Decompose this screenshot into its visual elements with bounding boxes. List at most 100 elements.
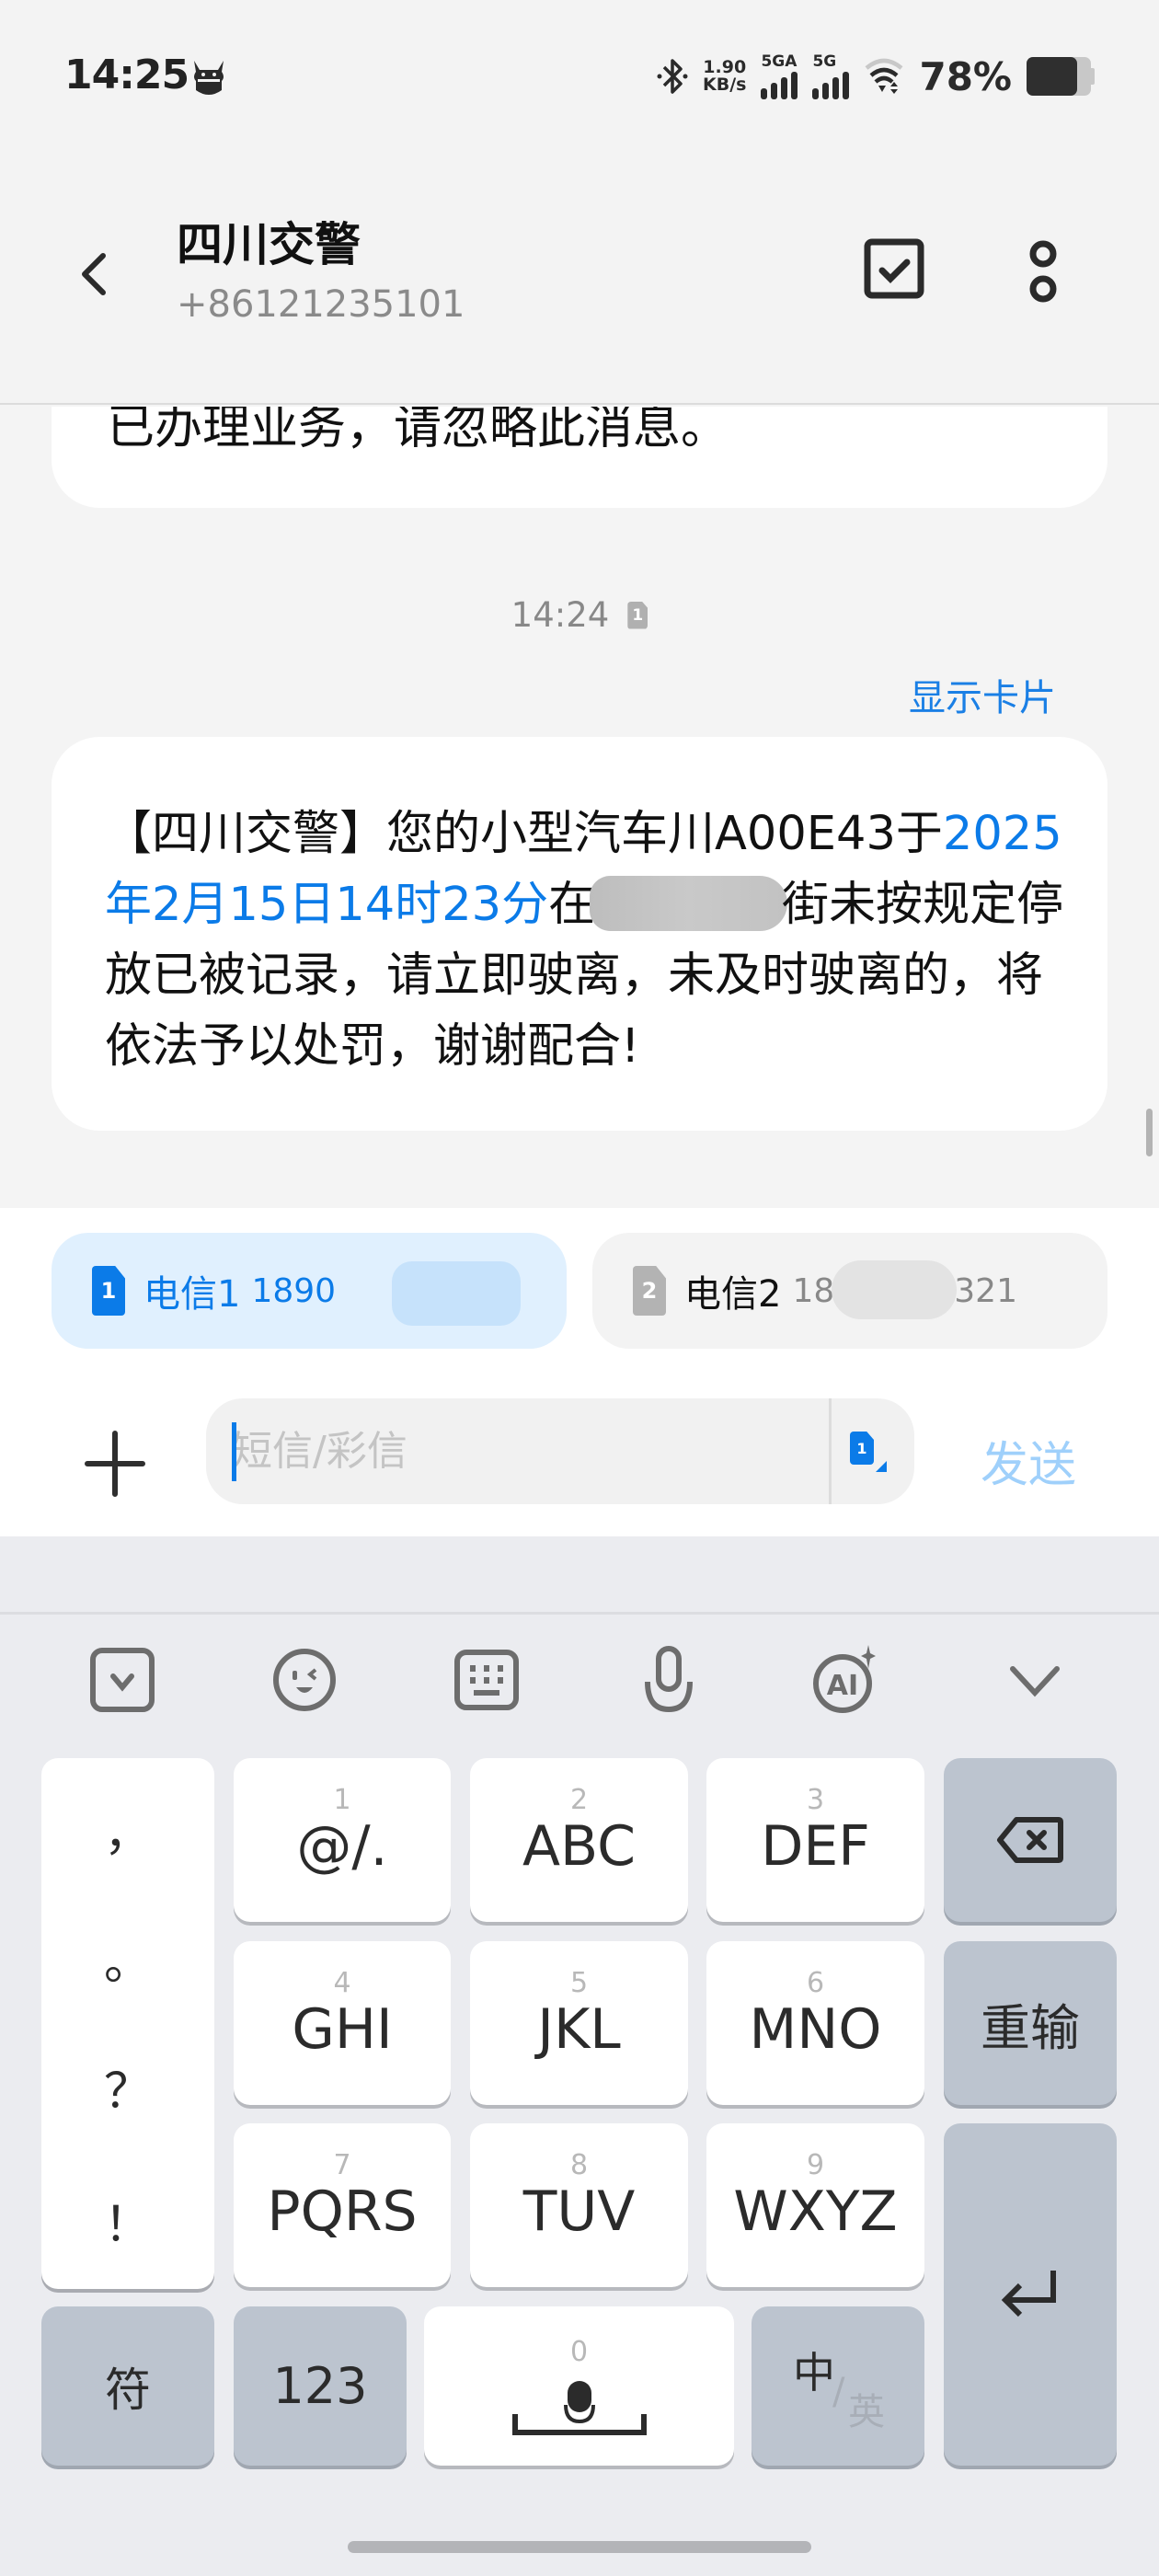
sim1-network-type: 5GA (761, 52, 798, 71)
punctuation-column[interactable]: ， 。 ？ ！ (41, 1758, 214, 2289)
key-6[interactable]: 6 MNO (706, 1941, 924, 2105)
conversation-list[interactable]: 已办理业务，请忽略此消息。 14:24 1 显示卡片 【四川交警】您的小型汽车川… (0, 407, 1159, 1208)
input-sim-switch-button[interactable]: 1 (841, 1422, 905, 1481)
enter-key[interactable] (944, 2123, 1117, 2466)
key-number: 9 (806, 2149, 825, 2181)
checkbox-icon (864, 238, 924, 299)
ai-icon[interactable]: AI (809, 1645, 879, 1715)
sim-label: 电信1 (143, 1273, 241, 1316)
add-attachment-button[interactable] (85, 1428, 145, 1500)
language-switch-key[interactable]: 中 / 英 (752, 2306, 924, 2466)
key-letters: WXYZ (733, 2179, 898, 2244)
key-7[interactable]: 7 PQRS (234, 2123, 451, 2287)
reset-key[interactable]: 重输 (944, 1941, 1117, 2105)
microphone-icon[interactable] (634, 1645, 704, 1715)
key-number: 4 (333, 1967, 351, 1999)
sim1-signal: 5GA (761, 52, 798, 99)
divider (0, 1612, 1159, 1615)
dropdown-corner-icon (876, 1461, 887, 1472)
message-text-part: 在 (548, 878, 596, 932)
contact-number: +86121235101 (177, 283, 465, 326)
network-speed: 1.90 KB/s (703, 59, 746, 94)
key-number: 5 (569, 1967, 589, 1999)
key-number: 1 (333, 1784, 351, 1816)
sim-select-2[interactable]: 2 电信2 18 321 (592, 1233, 1107, 1349)
key-5[interactable]: 5 JKL (470, 1941, 688, 2105)
ai-label: AI (827, 1670, 858, 1702)
key-4[interactable]: 4 GHI (234, 1941, 451, 2105)
text-caret (232, 1422, 236, 1481)
sim-card-icon: 2 (633, 1266, 666, 1316)
more-vertical-icon (1029, 240, 1057, 303)
back-button[interactable] (72, 239, 123, 309)
punctuation-key[interactable]: ？ (41, 2053, 214, 2122)
scrollbar-thumb[interactable] (1146, 1109, 1153, 1156)
select-messages-button[interactable] (857, 232, 933, 307)
key-letters: MNO (749, 1997, 882, 2062)
sim-card-icon: 1 (850, 1432, 874, 1465)
message-bubble[interactable]: 已办理业务，请忽略此消息。 (52, 407, 1107, 508)
show-card-link[interactable]: 显示卡片 (909, 668, 1056, 721)
more-options-button[interactable] (1006, 232, 1080, 307)
sim-select-1[interactable]: 1 电信1 1890 (52, 1233, 567, 1349)
punctuation-key[interactable]: 。 (41, 1924, 214, 1993)
key-2[interactable]: 2 ABC (470, 1758, 688, 1922)
sim-number: 1890 (251, 1271, 337, 1310)
key-9[interactable]: 9 WXYZ (706, 2123, 924, 2287)
backspace-icon (997, 1817, 1063, 1863)
key-8[interactable]: 8 TUV (470, 2123, 688, 2287)
sim-card-icon: 1 (627, 601, 648, 629)
numbers-key[interactable]: 123 (234, 2306, 407, 2466)
message-timestamp: 14:24 (511, 595, 610, 635)
key-1[interactable]: 1 @/. (234, 1758, 451, 1922)
wifi-icon (866, 58, 903, 94)
chevron-left-icon (82, 253, 106, 295)
key-number: 0 (569, 2335, 589, 2368)
message-input[interactable] (232, 1398, 820, 1504)
sim-label: 电信2 (684, 1273, 782, 1316)
key-letters: PQRS (267, 2179, 418, 2244)
status-time: 14:25 (64, 52, 189, 98)
key-label: 符 (105, 2363, 151, 2417)
redacted-number (392, 1261, 521, 1326)
punctuation-key[interactable]: ， (41, 1795, 214, 1864)
space-key[interactable]: 0 (424, 2306, 734, 2466)
battery-percent: 78% (919, 53, 1012, 99)
emoji-icon[interactable] (270, 1645, 339, 1715)
redacted-number (832, 1260, 957, 1319)
message-timestamp-row: 14:24 1 (0, 595, 1159, 635)
key-letters: GHI (292, 1997, 393, 2062)
keyboard-layout-icon[interactable] (452, 1645, 522, 1715)
keyboard-collapse-icon[interactable] (87, 1645, 157, 1715)
key-3[interactable]: 3 DEF (706, 1758, 924, 1922)
redacted-location (590, 876, 788, 931)
chevron-down-icon[interactable] (1000, 1645, 1070, 1715)
sim2-signal: 5G (812, 52, 850, 99)
punctuation-key[interactable]: ！ (41, 2186, 214, 2255)
keyboard: AI ， 。 ？ ！ 1 @/. 2 ABC 3 DEF 4 GHI 5 JKL (0, 1536, 1159, 2576)
message-input-container: 1 (206, 1398, 914, 1504)
bluetooth-icon (657, 59, 688, 94)
sim-number-end: 321 (954, 1271, 1017, 1310)
key-number: 2 (569, 1784, 589, 1816)
mascot-icon (194, 61, 224, 95)
key-number: 3 (806, 1784, 825, 1816)
send-button[interactable]: 发送 (981, 1426, 1076, 1495)
home-indicator[interactable] (348, 2541, 811, 2553)
symbols-key[interactable]: 符 (41, 2306, 214, 2466)
sim2-network-type: 5G (812, 52, 837, 71)
backspace-key[interactable] (944, 1758, 1117, 1922)
key-number: 7 (333, 2149, 351, 2181)
language-alternate: 英 (848, 2391, 885, 2433)
enter-icon (1001, 2271, 1056, 2317)
language-current: 中 (793, 2348, 835, 2398)
key-number: 8 (569, 2149, 589, 2181)
language-separator: / (832, 2371, 845, 2413)
status-bar: 14:25 1.90 KB/s 5GA 5G 78% (0, 0, 1159, 156)
divider (829, 1398, 832, 1504)
message-text: 【四川交警】您的小型汽车川A00E43于2025年2月15日14时23分在 街未按… (105, 799, 1080, 1082)
contact-name: 四川交警 (177, 218, 361, 271)
key-letters: ABC (522, 1814, 637, 1879)
network-speed-unit: KB/s (703, 75, 747, 95)
message-bubble[interactable]: 【四川交警】您的小型汽车川A00E43于2025年2月15日14时23分在 街未按… (52, 737, 1107, 1131)
